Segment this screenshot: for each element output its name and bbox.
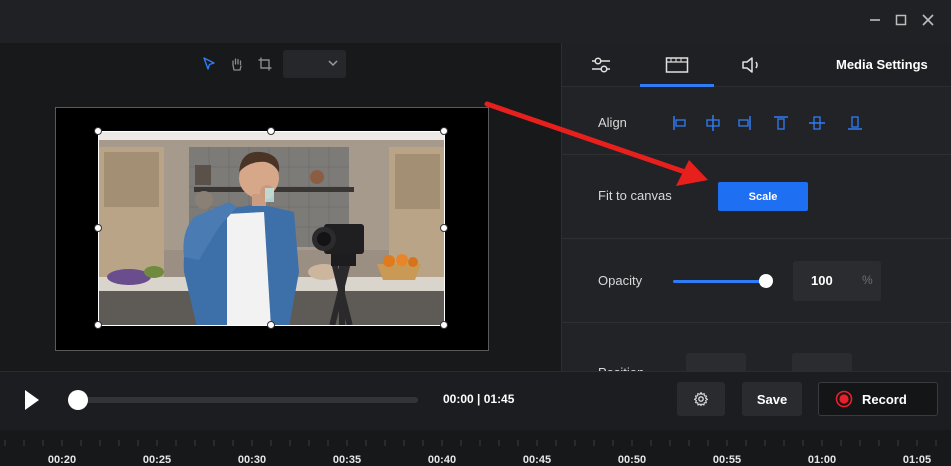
opacity-label: Opacity <box>598 273 643 288</box>
resize-handle-bottom-right[interactable] <box>440 321 448 329</box>
maximize-icon <box>895 14 907 26</box>
align-middle-vertical-icon <box>809 116 825 130</box>
align-top-button[interactable] <box>771 113 791 133</box>
resize-handle-left[interactable] <box>94 224 102 232</box>
zoom-select[interactable] <box>283 50 346 78</box>
record-button[interactable]: Record <box>818 382 938 416</box>
align-right-button[interactable] <box>734 113 754 133</box>
close-button[interactable] <box>918 10 938 30</box>
align-left-icon <box>673 116 686 130</box>
seek-bar[interactable] <box>78 397 418 403</box>
resize-handle-top-left[interactable] <box>94 127 102 135</box>
panel-title: Media Settings <box>836 57 928 72</box>
tab-media[interactable] <box>640 43 714 87</box>
timeline-tick-label: 00:30 <box>237 454 267 466</box>
timeline-tick-label: 01:05 <box>902 454 932 466</box>
timeline-tick-label: 00:40 <box>427 454 457 466</box>
opacity-unit: % <box>862 273 873 287</box>
crop-tool-button[interactable] <box>256 55 274 73</box>
resize-handle-top-right[interactable] <box>440 127 448 135</box>
playback-bar: 00:00 | 01:45 Save Record <box>0 371 951 430</box>
resize-handle-bottom-left[interactable] <box>94 321 102 329</box>
seek-thumb[interactable] <box>68 390 88 410</box>
chevron-down-icon <box>328 60 338 67</box>
align-label: Align <box>598 115 627 130</box>
timeline-tick-label: 00:20 <box>47 454 77 466</box>
opacity-slider-thumb[interactable] <box>759 274 773 288</box>
media-settings-panel: Media Settings Align Fit to canvas Scale… <box>561 43 951 383</box>
opacity-slider-track[interactable] <box>673 280 768 283</box>
time-readout: 00:00 | 01:45 <box>443 392 515 406</box>
video-clip-preview[interactable] <box>98 131 445 326</box>
speaker-icon <box>742 57 758 73</box>
title-bar <box>0 0 951 43</box>
align-center-horizontal-icon <box>706 115 720 131</box>
play-button[interactable] <box>22 388 42 412</box>
align-right-icon <box>738 116 751 130</box>
align-bottom-icon <box>848 116 862 130</box>
hand-icon <box>232 58 242 71</box>
align-bottom-button[interactable] <box>845 113 865 133</box>
film-icon <box>665 57 689 73</box>
timeline-tick-label: 01:00 <box>807 454 837 466</box>
record-icon <box>835 390 853 408</box>
align-top-icon <box>774 116 788 130</box>
pointer-icon <box>203 57 215 70</box>
align-left-button[interactable] <box>670 113 690 133</box>
preview-toolbar <box>200 50 274 78</box>
resize-handle-right[interactable] <box>440 224 448 232</box>
save-button[interactable]: Save <box>742 382 802 416</box>
fit-to-canvas-label: Fit to canvas <box>598 188 672 203</box>
resize-handle-bottom[interactable] <box>267 321 275 329</box>
align-middle-vertical-button[interactable] <box>807 113 827 133</box>
minimize-icon <box>870 19 880 21</box>
tab-audio[interactable] <box>714 43 790 87</box>
timeline-tick-label: 00:50 <box>617 454 647 466</box>
timeline-ruler[interactable]: 00:20 00:25 00:30 00:35 00:40 00:45 00:50 00:55… <box>0 430 951 466</box>
close-icon <box>922 14 934 26</box>
panel-tabs: Media Settings <box>562 43 951 87</box>
minimize-button[interactable] <box>865 10 885 30</box>
align-center-horizontal-button[interactable] <box>703 113 723 133</box>
resize-handle-top[interactable] <box>267 127 275 135</box>
timeline-tick-label: 00:35 <box>332 454 362 466</box>
sliders-icon <box>592 57 610 73</box>
timeline-tick-label: 00:25 <box>142 454 172 466</box>
pointer-tool-button[interactable] <box>200 55 218 73</box>
play-icon <box>25 390 39 410</box>
timeline-tick-label: 00:45 <box>522 454 552 466</box>
kitchen-scene-image <box>99 132 444 325</box>
opacity-value: 100 <box>811 273 833 288</box>
scale-button[interactable]: Scale <box>718 182 808 211</box>
settings-button[interactable] <box>677 382 725 416</box>
hand-tool-button[interactable] <box>228 55 246 73</box>
crop-icon <box>258 57 272 71</box>
timeline-tick-marks <box>4 440 937 446</box>
record-label: Record <box>862 391 907 407</box>
opacity-input[interactable]: 100 % <box>793 261 881 301</box>
gear-icon <box>693 391 709 407</box>
timeline-tick-label: 00:55 <box>712 454 742 466</box>
maximize-button[interactable] <box>891 10 911 30</box>
tab-adjust[interactable] <box>562 43 640 87</box>
